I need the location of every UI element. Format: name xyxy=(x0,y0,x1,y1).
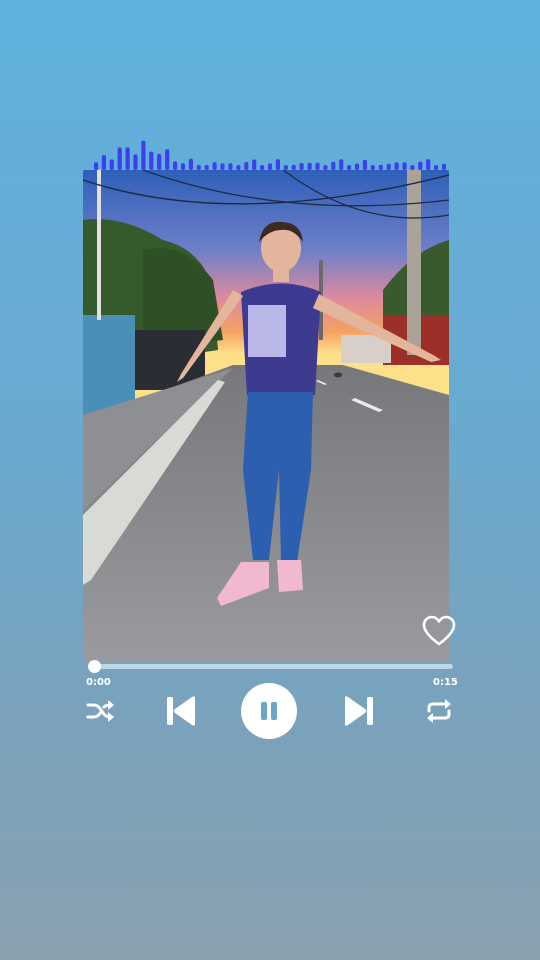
progress-bar[interactable] xyxy=(88,660,453,673)
repeat-button[interactable] xyxy=(422,696,456,726)
play-pause-button[interactable] xyxy=(241,683,297,739)
previous-button[interactable] xyxy=(160,690,202,732)
visualizer-bar xyxy=(220,163,225,170)
pause-icon xyxy=(261,702,277,720)
cover-photo xyxy=(83,170,449,662)
visualizer-bar xyxy=(133,154,138,170)
visualizer-bar xyxy=(394,162,399,170)
visualizer-bar xyxy=(188,158,193,170)
visualizer-bar xyxy=(165,149,170,170)
shuffle-icon xyxy=(86,700,114,722)
visualizer-bar xyxy=(101,155,106,170)
music-player-screen: 0:00 0:15 xyxy=(0,0,540,960)
visualizer-bar xyxy=(315,162,320,170)
visualizer-bar xyxy=(149,151,154,170)
shuffle-button[interactable] xyxy=(84,696,116,726)
progress-knob[interactable] xyxy=(88,660,101,673)
heart-outline-icon xyxy=(422,615,456,646)
visualizer-bar xyxy=(339,159,344,170)
visualizer-bar xyxy=(402,162,407,170)
visualizer-bar xyxy=(228,163,233,170)
visualizer-bar xyxy=(109,159,114,170)
visualizer-bar xyxy=(426,159,431,170)
visualizer-bar xyxy=(331,161,336,170)
visualizer-bar xyxy=(125,147,130,170)
total-time: 0:15 xyxy=(433,677,458,688)
visualizer-bar xyxy=(267,163,273,170)
visualizer-bar xyxy=(244,162,249,170)
skip-next-icon xyxy=(345,696,373,726)
visualizer-bar xyxy=(362,159,367,170)
visualizer-bar xyxy=(299,162,304,170)
visualizer-bar xyxy=(252,159,257,170)
visualizer-bar xyxy=(275,159,280,170)
visualizer-bar xyxy=(93,162,99,170)
audio-visualizer xyxy=(93,140,447,170)
visualizer-bar xyxy=(157,153,162,170)
visualizer-bar xyxy=(141,140,146,170)
like-button[interactable] xyxy=(421,614,457,648)
skip-previous-icon xyxy=(167,696,195,726)
elapsed-time: 0:00 xyxy=(86,677,111,688)
visualizer-bar xyxy=(418,161,423,170)
visualizer-bar xyxy=(307,162,312,170)
visualizer-bar xyxy=(212,162,217,170)
visualizer-bar xyxy=(173,161,178,170)
repeat-icon xyxy=(427,699,451,723)
visualizer-bar xyxy=(180,163,186,170)
next-button[interactable] xyxy=(338,690,380,732)
visualizer-bar xyxy=(117,147,122,170)
